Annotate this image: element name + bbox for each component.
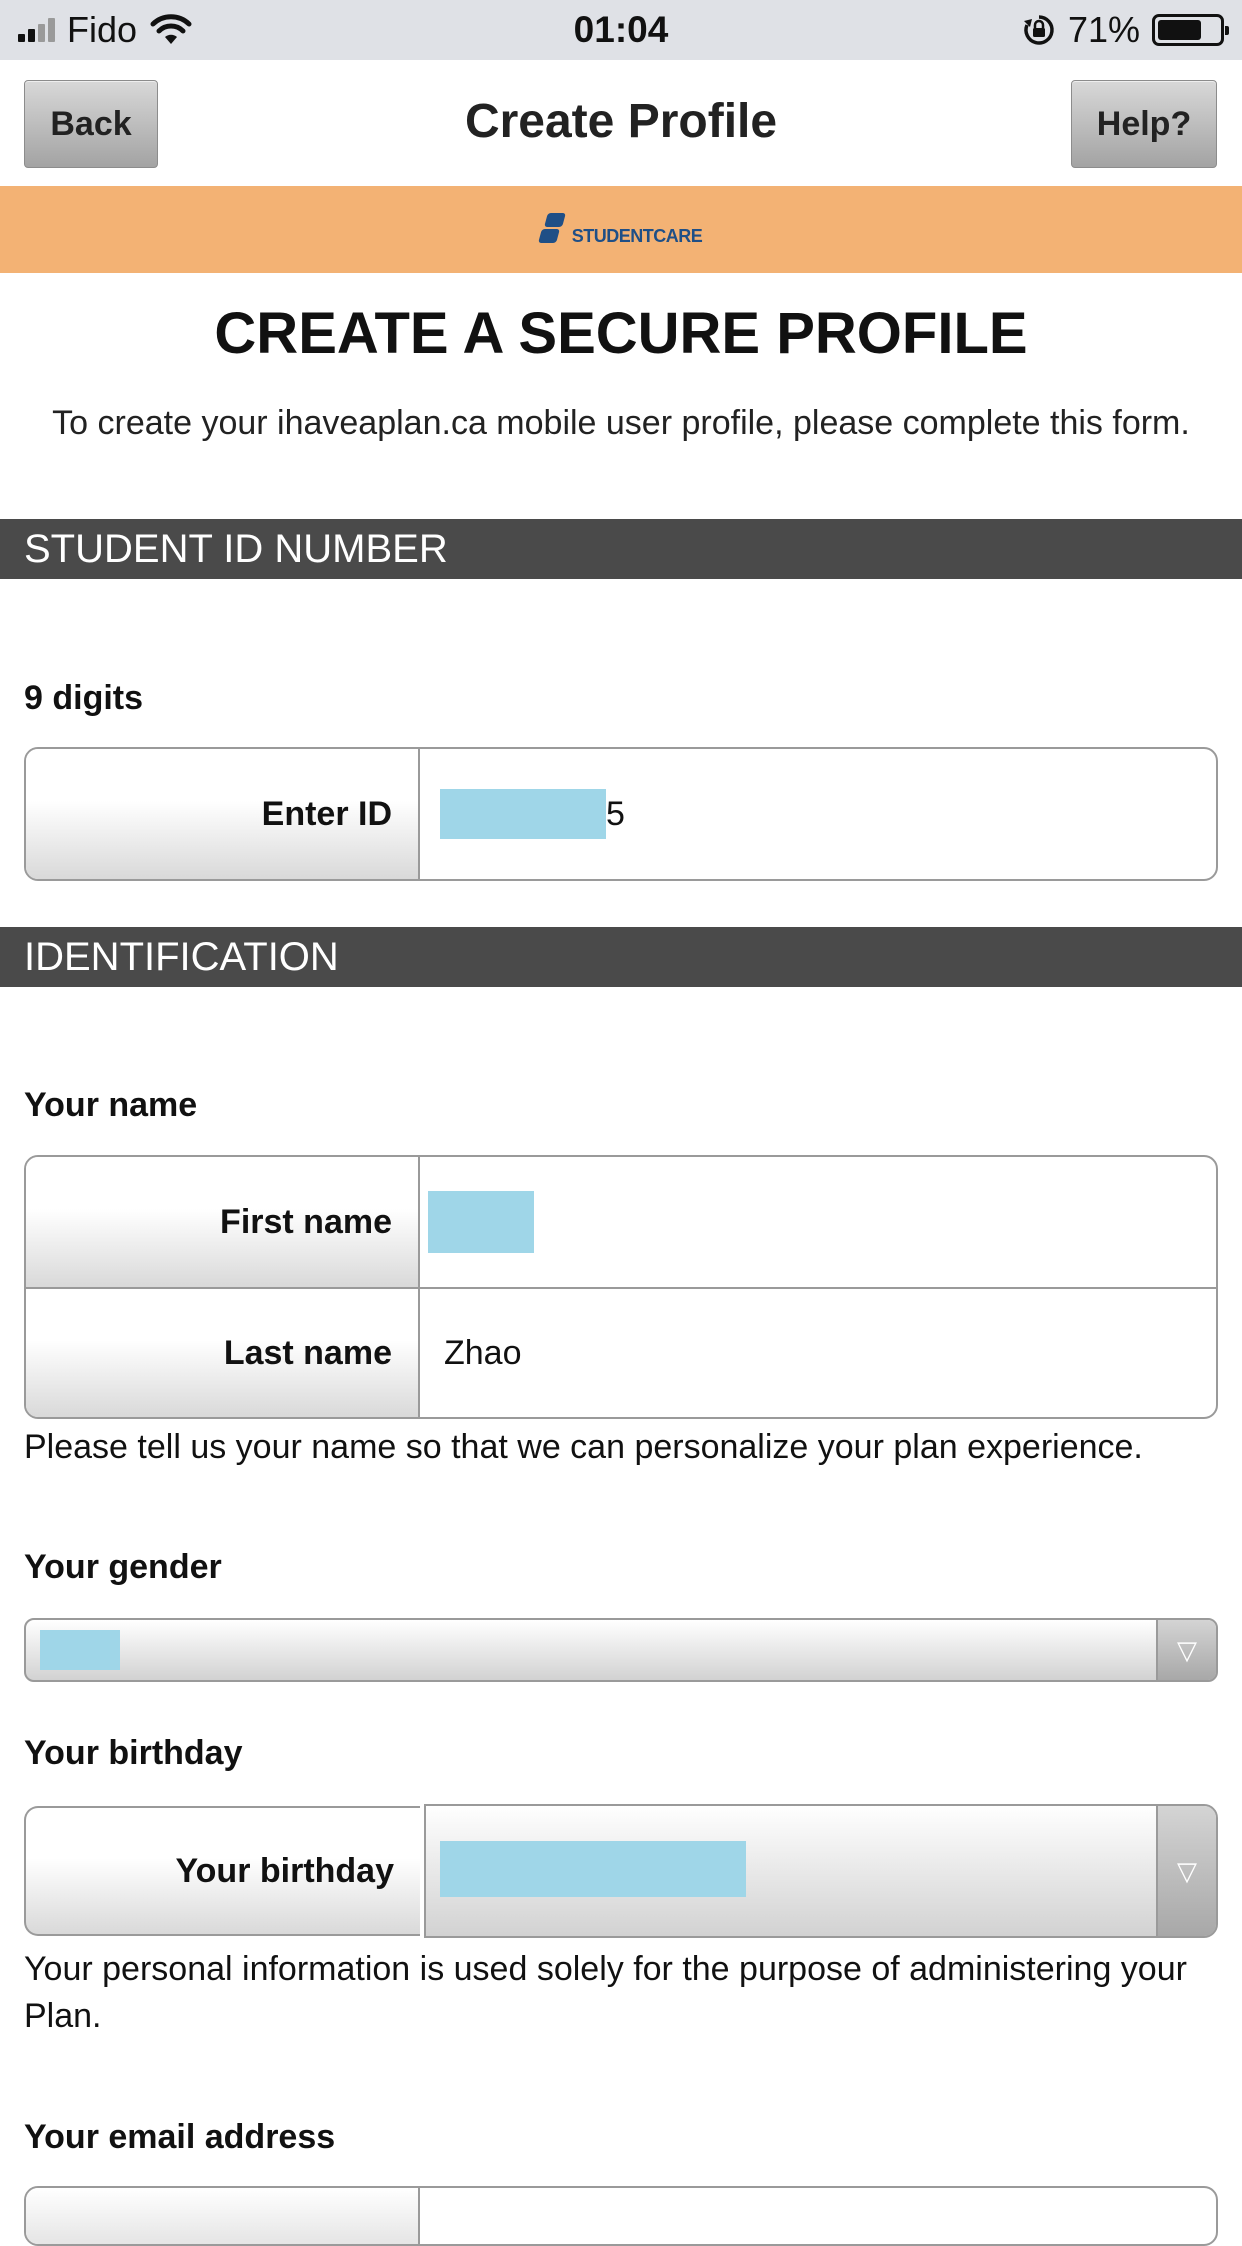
status-bar: Fido 01:04 71%	[0, 0, 1242, 60]
page-title: Create Profile	[464, 95, 778, 148]
navigation-bar: Back Create Profile Help?	[0, 60, 1242, 186]
status-left: Fido	[18, 9, 193, 51]
first-name-input[interactable]	[420, 1157, 1216, 1287]
privacy-note: Your personal information is used solely…	[24, 1950, 1187, 2035]
last-name-input[interactable]: Zhao	[420, 1289, 1216, 1417]
help-button[interactable]: Help?	[1071, 80, 1217, 168]
studentcare-logo: STUDENTCARE	[537, 212, 703, 247]
chevron-down-icon: ▽	[1156, 1620, 1216, 1680]
name-help-text: Please tell us your name so that we can …	[24, 1428, 1143, 1466]
first-name-row: First name	[26, 1157, 1216, 1287]
student-id-row: Enter ID 5	[26, 749, 1216, 879]
student-id-field-group: Enter ID 5	[24, 747, 1218, 881]
email-field-label-cell	[26, 2188, 420, 2244]
gender-label: Your gender	[24, 1548, 222, 1586]
student-id-visible-digit: 5	[606, 794, 625, 833]
email-label: Your email address	[24, 2118, 336, 2156]
intro-text: To create your ihaveaplan.ca mobile user…	[52, 404, 1190, 442]
battery-icon	[1152, 14, 1229, 46]
name-label: Your name	[24, 1086, 198, 1124]
gender-select[interactable]: ▽	[24, 1618, 1218, 1682]
birthday-heading: Your birthday	[24, 1734, 243, 1772]
status-right: 71%	[1022, 9, 1229, 51]
last-name-row: Last name Zhao	[26, 1287, 1216, 1417]
redacted-value	[428, 1191, 534, 1253]
redacted-value	[440, 1841, 746, 1897]
email-field-group[interactable]	[24, 2186, 1218, 2246]
rotation-lock-icon	[1023, 15, 1054, 45]
section-student-id: STUDENT ID NUMBER	[0, 519, 1242, 579]
battery-fill	[1158, 20, 1201, 40]
signal-icon	[18, 18, 55, 42]
birthday-field-label: Your birthday	[24, 1806, 420, 1936]
brand-banner: STUDENTCARE	[0, 186, 1242, 273]
carrier-name: Fido	[67, 9, 138, 50]
section-identification: IDENTIFICATION	[0, 927, 1242, 987]
chevron-down-icon: ▽	[1156, 1806, 1216, 1936]
form-heading: CREATE A SECURE PROFILE	[214, 301, 1028, 366]
name-field-group: First name Last name Zhao	[24, 1155, 1218, 1419]
birthday-field-group: Your birthday ▽	[24, 1804, 1218, 1938]
logo-text: STUDENTCARE	[571, 225, 703, 246]
last-name-label: Last name	[26, 1289, 420, 1417]
student-id-input[interactable]: 5	[420, 749, 1216, 879]
studentcare-logo-mark	[537, 212, 568, 247]
battery-percent: 71%	[1067, 9, 1140, 50]
student-id-hint: 9 digits	[24, 679, 144, 717]
first-name-label: First name	[26, 1157, 420, 1287]
student-id-label: Enter ID	[26, 749, 420, 879]
wifi-icon	[150, 14, 192, 44]
birthday-select[interactable]: ▽	[424, 1804, 1218, 1938]
redacted-value	[40, 1630, 120, 1670]
redacted-value	[440, 789, 606, 839]
